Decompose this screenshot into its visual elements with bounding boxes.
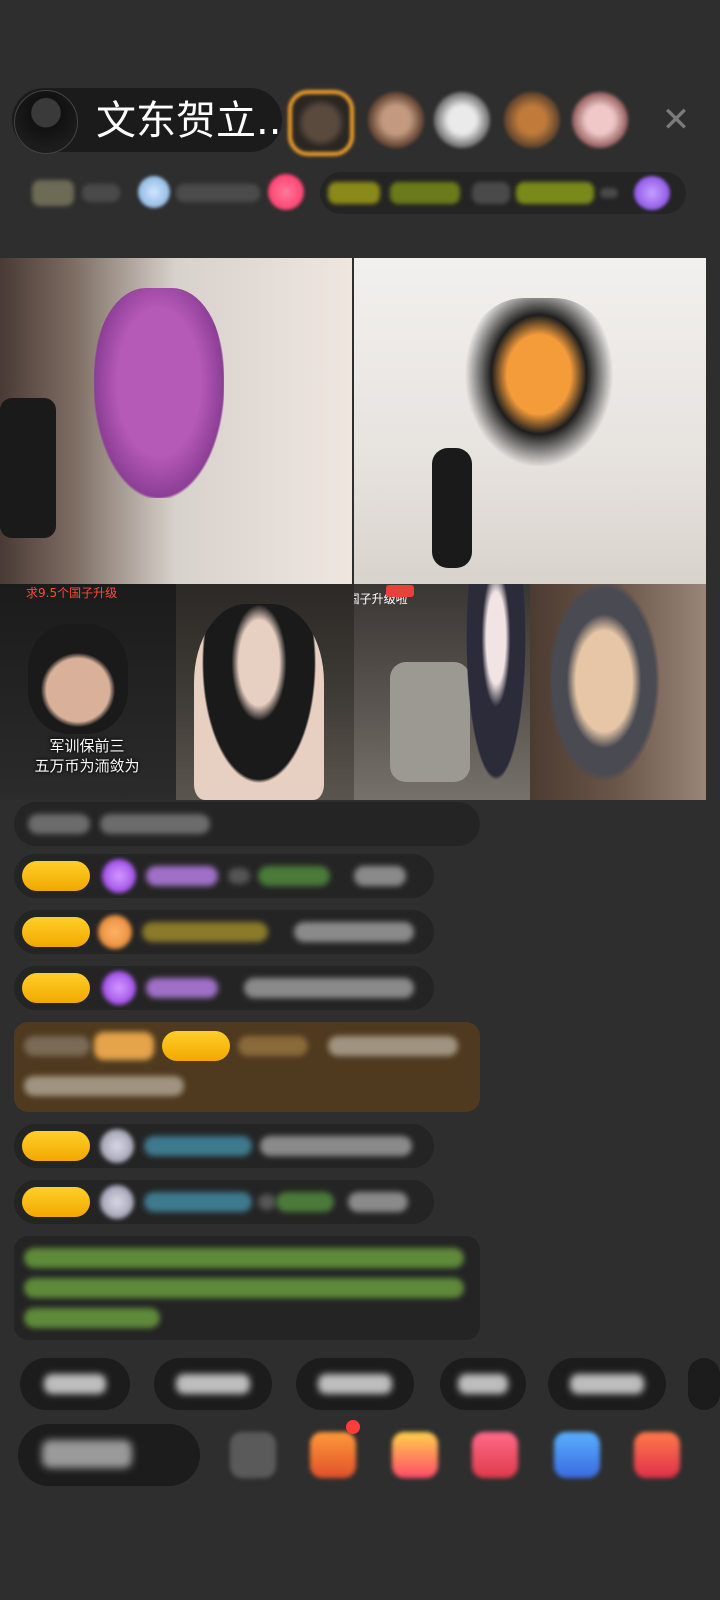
- quick-reply-chip-2[interactable]: [154, 1358, 272, 1410]
- gift-bag-icon[interactable]: [310, 1432, 356, 1478]
- level-badge: [22, 861, 90, 891]
- chat-text: [260, 1136, 412, 1156]
- guest-face: [28, 624, 128, 734]
- level-chip-text: [82, 184, 120, 202]
- chat-message-3[interactable]: [14, 910, 434, 954]
- streamer-figure: [94, 288, 224, 498]
- top-viewer-avatar-5[interactable]: [572, 92, 628, 148]
- chat-text: [354, 866, 406, 886]
- chat-text: [24, 1076, 184, 1096]
- chat-text: [244, 978, 414, 998]
- streamer-figure: [550, 584, 670, 800]
- top-viewer-avatar-2[interactable]: [368, 92, 424, 148]
- chair: [390, 662, 470, 782]
- live-tag-5: [600, 188, 618, 198]
- chat-username[interactable]: [144, 1136, 252, 1156]
- chat-username[interactable]: [238, 1036, 308, 1056]
- diamond-icon: [102, 859, 136, 893]
- system-notice: [14, 1236, 480, 1340]
- chat-bubble-icon[interactable]: [554, 1432, 600, 1478]
- gift-box-icon[interactable]: [472, 1432, 518, 1478]
- rank-badge-icon[interactable]: [634, 176, 670, 210]
- subtitle-line-2: 五万币为洏敛为: [34, 757, 140, 775]
- chat-text: [294, 922, 414, 942]
- subtitle-line-1: 军训保前三: [49, 737, 125, 755]
- streamer-figure: [194, 604, 324, 800]
- video-tile-4[interactable]: [176, 584, 354, 800]
- chat-message-2[interactable]: [14, 854, 434, 898]
- chat-username[interactable]: [142, 922, 268, 942]
- quick-reply-chip-4[interactable]: [440, 1358, 526, 1410]
- video-tile-2[interactable]: [354, 258, 706, 584]
- chat-message-6[interactable]: [14, 1180, 434, 1224]
- chat-text: [100, 814, 210, 834]
- chat-username[interactable]: [146, 866, 218, 886]
- microphone: [432, 448, 472, 568]
- video-tile-5[interactable]: 跪求7个国子升级啦: [354, 584, 530, 800]
- status-badge: [386, 585, 414, 597]
- game-controller-icon[interactable]: [392, 1432, 438, 1478]
- chat-text: [258, 1194, 276, 1210]
- chat-text: [24, 1036, 90, 1056]
- live-tag-2[interactable]: [390, 182, 460, 204]
- top-viewer-avatar-3[interactable]: [434, 92, 490, 148]
- quick-reply-chip-5[interactable]: [548, 1358, 666, 1410]
- notification-dot: [346, 1420, 360, 1434]
- chat-text: [228, 868, 250, 884]
- streamer-figure: [464, 298, 614, 468]
- chat-message-4[interactable]: [14, 966, 434, 1010]
- gift-icon: [94, 1032, 154, 1060]
- video-tile-1[interactable]: [0, 258, 352, 584]
- chat-username[interactable]: [144, 1192, 252, 1212]
- notice-text-line-3: [24, 1308, 160, 1328]
- level-badge: [22, 1187, 90, 1217]
- level-chip[interactable]: [32, 180, 74, 206]
- chat-text: [328, 1036, 458, 1056]
- chat-username[interactable]: [258, 866, 330, 886]
- chat-username[interactable]: [276, 1192, 334, 1212]
- shop-icon[interactable]: [634, 1432, 680, 1478]
- chat-text: [28, 814, 90, 834]
- top-viewer-avatar-1[interactable]: [288, 90, 354, 156]
- level-badge: [22, 917, 90, 947]
- live-tag-1[interactable]: [328, 182, 380, 204]
- fan-badge-icon: [98, 915, 132, 949]
- close-icon[interactable]: ✕: [658, 100, 694, 140]
- level-badge: [22, 1131, 90, 1161]
- quick-reply-chip-1[interactable]: [20, 1358, 130, 1410]
- more-icon[interactable]: [230, 1432, 276, 1478]
- notice-text-line-1: [24, 1248, 464, 1268]
- chat-message-5[interactable]: [14, 1124, 434, 1168]
- guest-subtitle: 军训保前三 五万币为洏敛为: [26, 736, 148, 776]
- host-name[interactable]: 文东贺立...: [96, 96, 284, 146]
- host-avatar[interactable]: [14, 90, 78, 154]
- live-tag-3[interactable]: [472, 182, 510, 204]
- streamer-figure: [462, 584, 530, 800]
- follow-button[interactable]: [268, 174, 304, 210]
- quick-reply-chip-3[interactable]: [296, 1358, 414, 1410]
- tile-caption: 求9.5个国子升级: [26, 586, 118, 600]
- level-badge: [162, 1031, 230, 1061]
- decor-table: [0, 398, 56, 538]
- fan-club-icon[interactable]: [138, 176, 170, 208]
- chat-username[interactable]: [146, 978, 218, 998]
- live-tag-4[interactable]: [516, 182, 594, 204]
- user-avatar: [100, 1129, 134, 1163]
- diamond-icon: [102, 971, 136, 1005]
- user-avatar: [100, 1185, 134, 1219]
- quick-reply-chip-6[interactable]: [688, 1358, 720, 1410]
- level-badge: [22, 973, 90, 1003]
- gift-message-banner[interactable]: [14, 1022, 480, 1112]
- video-tile-6[interactable]: [530, 584, 706, 800]
- chat-text: [348, 1192, 408, 1212]
- comment-input-placeholder: [42, 1440, 132, 1468]
- notice-text-line-2: [24, 1278, 464, 1298]
- chat-message-1[interactable]: [14, 802, 480, 846]
- top-viewer-avatar-4[interactable]: [504, 92, 560, 148]
- fan-club-text: [176, 184, 260, 202]
